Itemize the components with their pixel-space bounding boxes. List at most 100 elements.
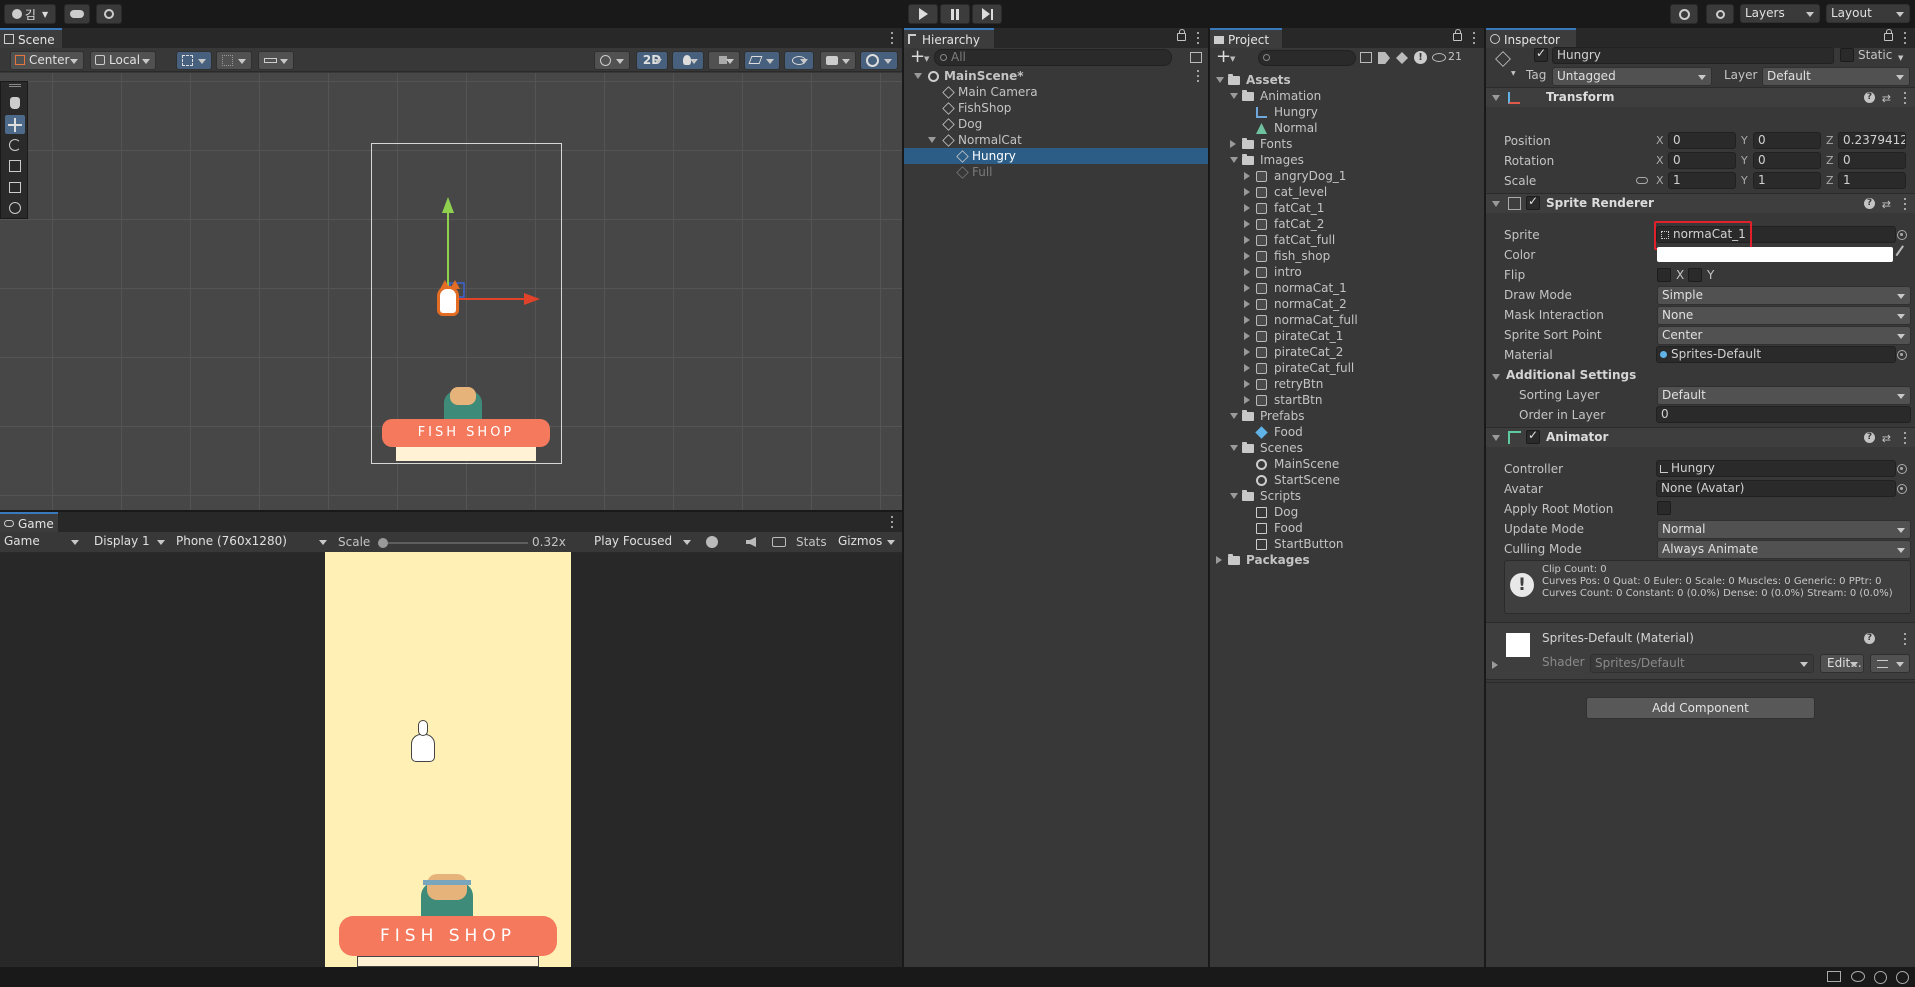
hierarchy-item[interactable]: Main Camera — [904, 84, 1208, 100]
play-mode-dropdown[interactable]: Play Focused — [590, 533, 696, 552]
mode-2d-button[interactable]: 2D — [636, 51, 668, 70]
add-chevron-icon[interactable]: ▼ — [924, 55, 929, 63]
preset-icon[interactable]: ⇄ — [1882, 92, 1891, 105]
gizmos-game-dropdown[interactable]: Gizmos — [834, 533, 900, 552]
display-dropdown[interactable]: Display 1 — [90, 533, 170, 552]
link-icon[interactable] — [1636, 177, 1648, 184]
foldout-icon[interactable] — [1230, 493, 1238, 499]
static-checkbox[interactable] — [1840, 48, 1854, 62]
position-z-input[interactable]: 0.2379412 — [1838, 132, 1906, 149]
component-menu-icon[interactable] — [1903, 198, 1907, 210]
additional-foldout-icon[interactable] — [1492, 374, 1500, 380]
apply-root-motion-checkbox[interactable] — [1657, 501, 1671, 515]
grid-toggle-dropdown[interactable] — [216, 51, 252, 70]
project-item[interactable]: normaCat_1 — [1210, 280, 1484, 296]
sprite-expand-icon[interactable] — [1244, 316, 1250, 324]
scale-z-input[interactable]: 1 — [1838, 172, 1906, 189]
preset-icon[interactable]: ⇄ — [1882, 432, 1891, 445]
project-item[interactable]: Scripts — [1210, 488, 1484, 504]
controller-picker-icon[interactable] — [1897, 464, 1907, 474]
project-item[interactable]: angryDog_1 — [1210, 168, 1484, 184]
transform-header[interactable]: Transform ? ⇄ — [1486, 87, 1915, 107]
hierarchy-menu-icon[interactable] — [1196, 32, 1200, 44]
resolution-dropdown[interactable]: Phone (760x1280) — [172, 533, 332, 552]
scene-menu-icon[interactable] — [1196, 70, 1200, 82]
flip-y-checkbox[interactable] — [1688, 268, 1702, 282]
culling-mode-dropdown[interactable]: Always Animate — [1657, 540, 1911, 559]
game-menu-icon[interactable] — [890, 516, 894, 528]
foldout-icon[interactable] — [1216, 556, 1222, 564]
search-by-label-icon[interactable] — [1378, 52, 1390, 64]
project-item[interactable]: Packages — [1210, 552, 1484, 568]
transform-tool-icon[interactable] — [5, 199, 25, 218]
order-in-layer-input[interactable]: 0 — [1656, 406, 1911, 423]
scale-tool-icon[interactable] — [5, 157, 25, 176]
help-icon[interactable]: ? — [1864, 633, 1875, 644]
foldout-icon[interactable] — [1216, 77, 1224, 83]
scale-y-input[interactable]: 1 — [1753, 172, 1821, 189]
eye-slash-icon[interactable] — [1432, 53, 1446, 62]
sprite-expand-icon[interactable] — [1244, 348, 1250, 356]
tab-game[interactable]: Game — [0, 512, 58, 532]
layers-dropdown[interactable]: Layers — [1740, 4, 1820, 23]
color-swatch[interactable] — [1657, 247, 1893, 262]
flip-x-checkbox[interactable] — [1657, 268, 1671, 282]
sprite-expand-icon[interactable] — [1244, 396, 1250, 404]
bug-icon[interactable] — [706, 536, 718, 548]
foldout-icon[interactable] — [1230, 413, 1238, 419]
hierarchy-item[interactable]: MainScene* — [904, 68, 1208, 84]
foldout-icon[interactable] — [914, 73, 922, 79]
shader-edit-button[interactable]: Edit... — [1820, 654, 1864, 673]
search-filter-icon[interactable] — [1190, 52, 1202, 63]
project-item[interactable]: intro — [1210, 264, 1484, 280]
lighting-toggle[interactable] — [672, 51, 704, 70]
sprite-expand-icon[interactable] — [1244, 332, 1250, 340]
preset-icon[interactable]: ⇄ — [1882, 198, 1891, 211]
help-icon[interactable]: ? — [1864, 432, 1875, 443]
avatar-field[interactable]: None (Avatar) — [1656, 480, 1896, 497]
tab-hierarchy[interactable]: Hierarchy — [904, 28, 994, 48]
lock-icon[interactable] — [1177, 29, 1186, 41]
layout-dropdown[interactable]: Layout — [1826, 4, 1910, 23]
project-item[interactable]: pirateCat_full — [1210, 360, 1484, 376]
project-item[interactable]: Scenes — [1210, 440, 1484, 456]
audio-toggle[interactable] — [708, 51, 740, 70]
sprite-expand-icon[interactable] — [1244, 284, 1250, 292]
step-button[interactable] — [972, 4, 1002, 24]
tab-project[interactable]: Project — [1210, 28, 1282, 48]
keyboard-icon[interactable] — [772, 537, 786, 547]
hierarchy-item[interactable]: Hungry — [904, 148, 1208, 164]
play-button[interactable] — [908, 4, 938, 24]
object-name-input[interactable]: Hungry — [1552, 47, 1834, 64]
progress-icon[interactable] — [1896, 971, 1909, 984]
rotation-y-input[interactable]: 0 — [1753, 152, 1821, 169]
project-item[interactable]: fish_shop — [1210, 248, 1484, 264]
foldout-icon[interactable] — [928, 137, 936, 143]
sprite-expand-icon[interactable] — [1244, 300, 1250, 308]
rotate-tool-icon[interactable] — [5, 136, 25, 155]
bug-off-icon[interactable] — [1827, 971, 1841, 982]
sprite-expand-icon[interactable] — [1244, 236, 1250, 244]
project-item[interactable]: Food — [1210, 520, 1484, 536]
view-dropdown[interactable]: Game — [0, 533, 84, 552]
mask-interaction-dropdown[interactable]: None — [1657, 306, 1911, 325]
search-by-type-icon[interactable] — [1360, 52, 1372, 63]
shader-dropdown[interactable]: Sprites/Default — [1590, 654, 1814, 673]
add-object-icon[interactable]: + — [910, 48, 925, 66]
project-item[interactable]: Animation — [1210, 88, 1484, 104]
tag-dropdown[interactable]: Untagged — [1552, 67, 1712, 86]
increment-snap-dropdown[interactable] — [258, 51, 294, 70]
move-tool-icon[interactable] — [5, 115, 25, 134]
account-dropdown[interactable]: 김 ▼ — [4, 4, 56, 24]
hierarchy-search-input[interactable]: All — [934, 49, 1172, 66]
foldout-icon[interactable] — [1230, 445, 1238, 451]
rotation-z-input[interactable]: 0 — [1838, 152, 1906, 169]
scale-slider[interactable] — [378, 538, 528, 548]
rect-tool-icon[interactable] — [5, 178, 25, 197]
project-item[interactable]: Dog — [1210, 504, 1484, 520]
project-item[interactable]: retryBtn — [1210, 376, 1484, 392]
pivot-dropdown[interactable]: Center — [10, 51, 84, 70]
sprite-expand-icon[interactable] — [1244, 172, 1250, 180]
material-foldout-icon[interactable] — [1492, 661, 1498, 669]
sprite-renderer-header[interactable]: Sprite Renderer ? ⇄ — [1486, 193, 1915, 213]
